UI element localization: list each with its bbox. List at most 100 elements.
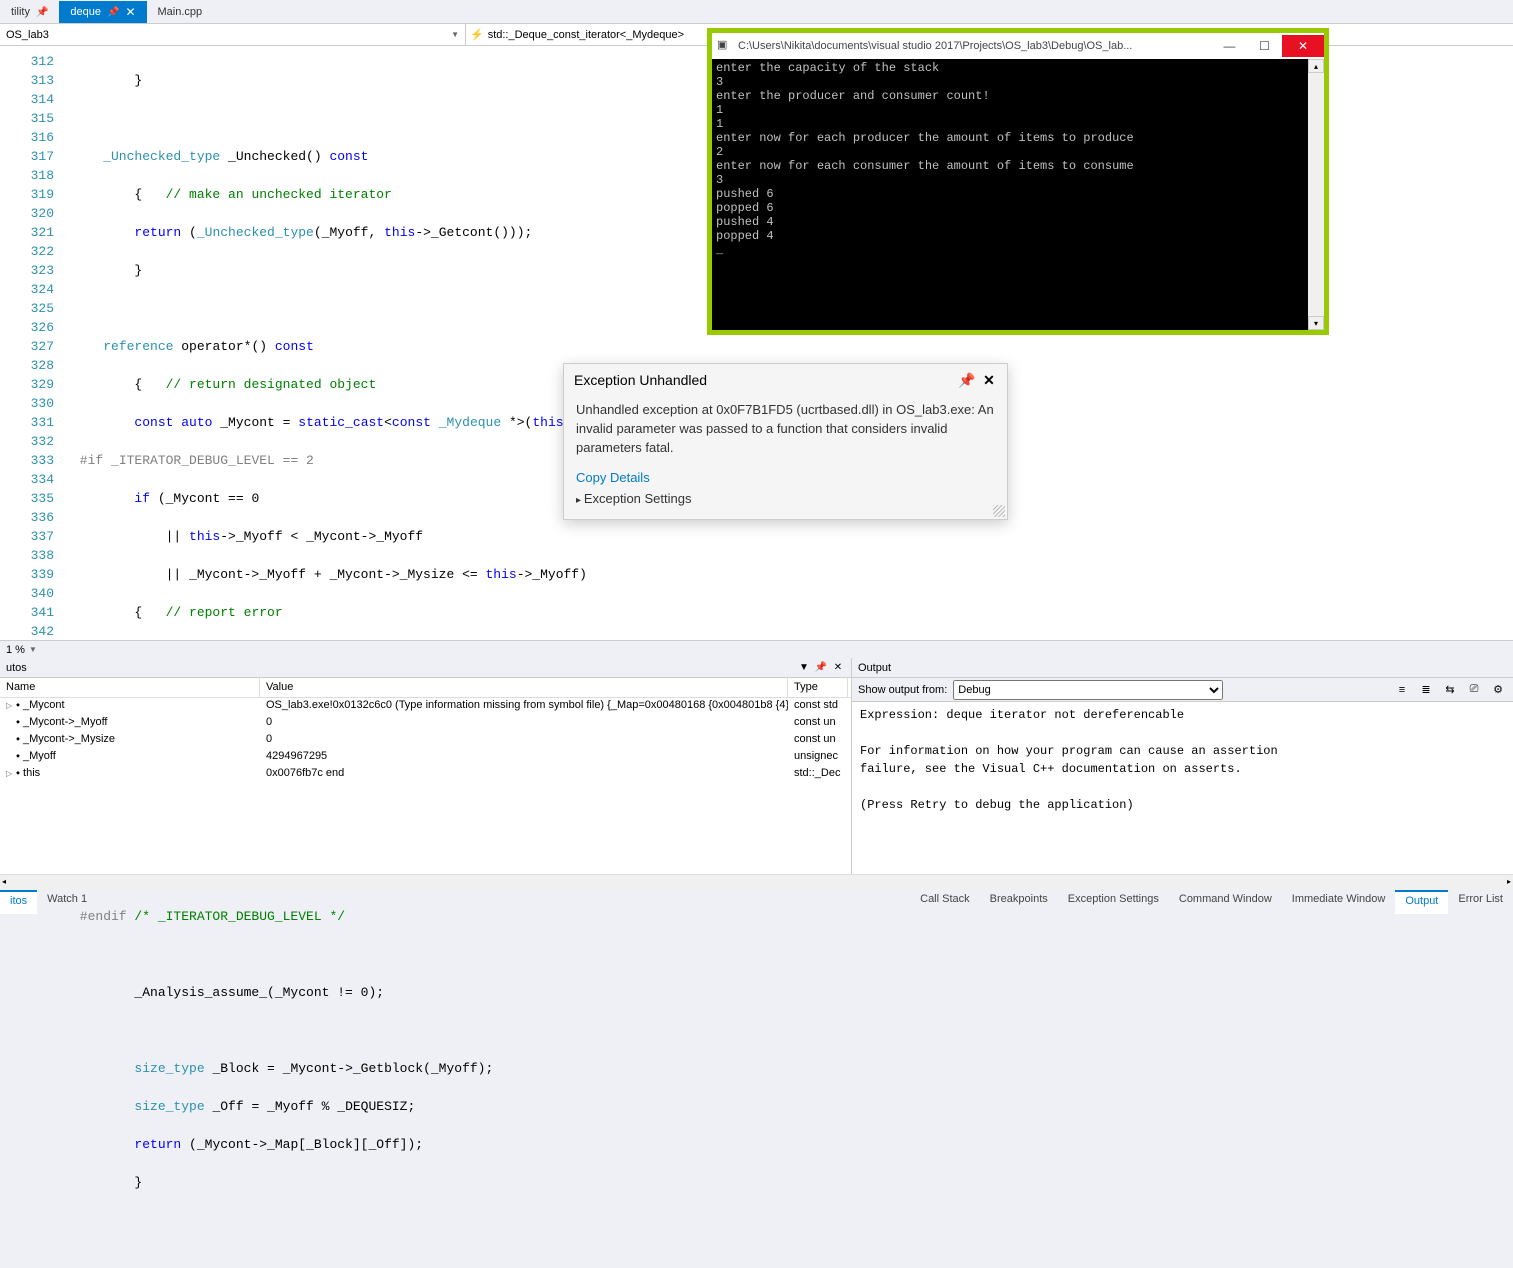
tab-error-list[interactable]: Error List: [1448, 890, 1513, 914]
line-number: 338: [0, 546, 72, 565]
bottom-panels: utos ▼ 📌 ✕ Name Value Type ▷⬩ _MycontOS_…: [0, 658, 1513, 890]
project-name: OS_lab3: [6, 29, 49, 41]
close-button[interactable]: ✕: [1282, 35, 1324, 57]
line-number: 333: [0, 451, 72, 470]
exception-message: Unhandled exception at 0x0F7B1FD5 (ucrtb…: [564, 396, 1007, 467]
line-number: 319: [0, 185, 72, 204]
exception-popup: Exception Unhandled 📌 ✕ Unhandled except…: [563, 363, 1008, 520]
line-number: 337: [0, 527, 72, 546]
line-number: 339: [0, 565, 72, 584]
minimize-button[interactable]: —: [1212, 35, 1247, 57]
table-row[interactable]: ▷⬩ _MycontOS_lab3.exe!0x0132c6c0 (Type i…: [0, 698, 851, 715]
autos-panel: utos ▼ 📌 ✕ Name Value Type ▷⬩ _MycontOS_…: [0, 658, 852, 890]
line-number: 324: [0, 280, 72, 299]
console-titlebar[interactable]: ▣ C:\Users\Nikita\documents\visual studi…: [712, 33, 1324, 59]
toolbar-btn[interactable]: ⇆: [1441, 681, 1459, 699]
pin-icon[interactable]: 📌: [959, 372, 975, 388]
toolbar-btn[interactable]: ≣: [1417, 681, 1435, 699]
line-number: 332: [0, 432, 72, 451]
scroll-down-icon[interactable]: ▾: [1308, 316, 1324, 330]
line-number: 317: [0, 147, 72, 166]
tab-label: deque: [70, 6, 101, 18]
table-row[interactable]: ⬩ _Mycont->_Mysize0const un: [0, 732, 851, 749]
tab-immediate-window[interactable]: Immediate Window: [1282, 890, 1396, 914]
tab-exception-settings[interactable]: Exception Settings: [1058, 890, 1169, 914]
line-number: 336: [0, 508, 72, 527]
output-toolbar: Show output from: Debug ≡ ≣ ⇆ ⎚ ⚙: [852, 678, 1513, 702]
close-icon[interactable]: ✕: [831, 662, 845, 673]
line-number: 328: [0, 356, 72, 375]
output-title: Output: [858, 662, 891, 674]
line-number: 342: [0, 622, 72, 641]
tab-utility[interactable]: tility 📌: [0, 1, 59, 23]
maximize-button[interactable]: ☐: [1247, 35, 1282, 57]
table-row[interactable]: ⬩ _Myoff4294967295unsignec: [0, 749, 851, 766]
tab-main-cpp[interactable]: Main.cpp: [147, 1, 214, 23]
tab-output[interactable]: Output: [1395, 890, 1448, 914]
output-source-select[interactable]: Debug: [953, 680, 1223, 700]
close-icon[interactable]: ✕: [981, 372, 997, 388]
line-number: 312: [0, 52, 72, 71]
line-number: 335: [0, 489, 72, 508]
pin-icon[interactable]: 📌: [107, 7, 119, 18]
bottom-right-tabs: Call Stack Breakpoints Exception Setting…: [910, 890, 1513, 914]
bottom-left-tabs: itos Watch 1: [0, 890, 97, 914]
col-name[interactable]: Name: [0, 678, 260, 697]
tab-command-window[interactable]: Command Window: [1169, 890, 1282, 914]
tab-autos[interactable]: itos: [0, 890, 37, 914]
tab-deque[interactable]: deque 📌 ✕: [59, 1, 146, 23]
tab-watch1[interactable]: Watch 1: [37, 890, 97, 914]
grid-header: Name Value Type: [0, 678, 851, 698]
line-number: 320: [0, 204, 72, 223]
table-row[interactable]: ⬩ _Mycont->_Myoff0const un: [0, 715, 851, 732]
pin-icon[interactable]: 📌: [814, 662, 828, 673]
project-dropdown[interactable]: OS_lab3 ▼: [0, 24, 466, 45]
document-tab-bar: tility 📌 deque 📌 ✕ Main.cpp: [0, 0, 1513, 24]
col-type[interactable]: Type: [788, 678, 848, 697]
line-number: 340: [0, 584, 72, 603]
zoom-bar: 1 % ▼: [0, 640, 1513, 658]
dropdown-icon[interactable]: ▼: [797, 662, 811, 673]
exception-settings-expand[interactable]: Exception Settings: [576, 488, 995, 509]
copy-details-link[interactable]: Copy Details: [576, 467, 995, 488]
tab-callstack[interactable]: Call Stack: [910, 890, 980, 914]
line-number: 322: [0, 242, 72, 261]
close-icon[interactable]: ✕: [125, 5, 135, 19]
console-scrollbar[interactable]: ▴ ▾: [1308, 59, 1324, 330]
tab-label: tility: [11, 6, 30, 18]
console-output: enter the capacity of the stack 3 enter …: [712, 59, 1324, 330]
line-number: 341: [0, 603, 72, 622]
line-number: 323: [0, 261, 72, 280]
line-number: 326: [0, 318, 72, 337]
chevron-down-icon[interactable]: ▼: [29, 645, 37, 654]
console-title-text: C:\Users\Nikita\documents\visual studio …: [738, 40, 1212, 52]
line-number: 329: [0, 375, 72, 394]
output-hscroll[interactable]: [0, 874, 1513, 890]
tab-label: Main.cpp: [158, 6, 203, 18]
autos-grid[interactable]: Name Value Type ▷⬩ _MycontOS_lab3.exe!0x…: [0, 678, 851, 890]
console-window[interactable]: ▣ C:\Users\Nikita\documents\visual studi…: [707, 28, 1329, 335]
chevron-down-icon: ▼: [451, 30, 459, 39]
line-number: 318: [0, 166, 72, 185]
line-number: 325: [0, 299, 72, 318]
line-number: 321: [0, 223, 72, 242]
lightning-icon: ⚡: [470, 28, 484, 41]
resize-grip-icon[interactable]: [993, 505, 1005, 517]
tab-breakpoints[interactable]: Breakpoints: [980, 890, 1058, 914]
autos-title: utos: [6, 662, 27, 674]
toolbar-btn[interactable]: ⎚: [1465, 681, 1483, 699]
pin-icon[interactable]: 📌: [36, 7, 48, 18]
col-value[interactable]: Value: [260, 678, 788, 697]
line-number: 313: [0, 71, 72, 90]
toolbar-btn[interactable]: ⚙: [1489, 681, 1507, 699]
scroll-up-icon[interactable]: ▴: [1308, 59, 1324, 73]
scope-name: std::_Deque_const_iterator<_Mydeque>: [488, 29, 684, 41]
table-row[interactable]: ▷⬩ this0x0076fb7c endstd::_Dec: [0, 766, 851, 783]
console-icon: ▣: [717, 38, 733, 54]
line-number: 327: [0, 337, 72, 356]
toolbar-btn[interactable]: ≡: [1393, 681, 1411, 699]
line-number: 334: [0, 470, 72, 489]
output-body[interactable]: Expression: deque iterator not dereferen…: [852, 702, 1513, 890]
exception-title: Exception Unhandled: [574, 372, 953, 388]
line-number: 315: [0, 109, 72, 128]
